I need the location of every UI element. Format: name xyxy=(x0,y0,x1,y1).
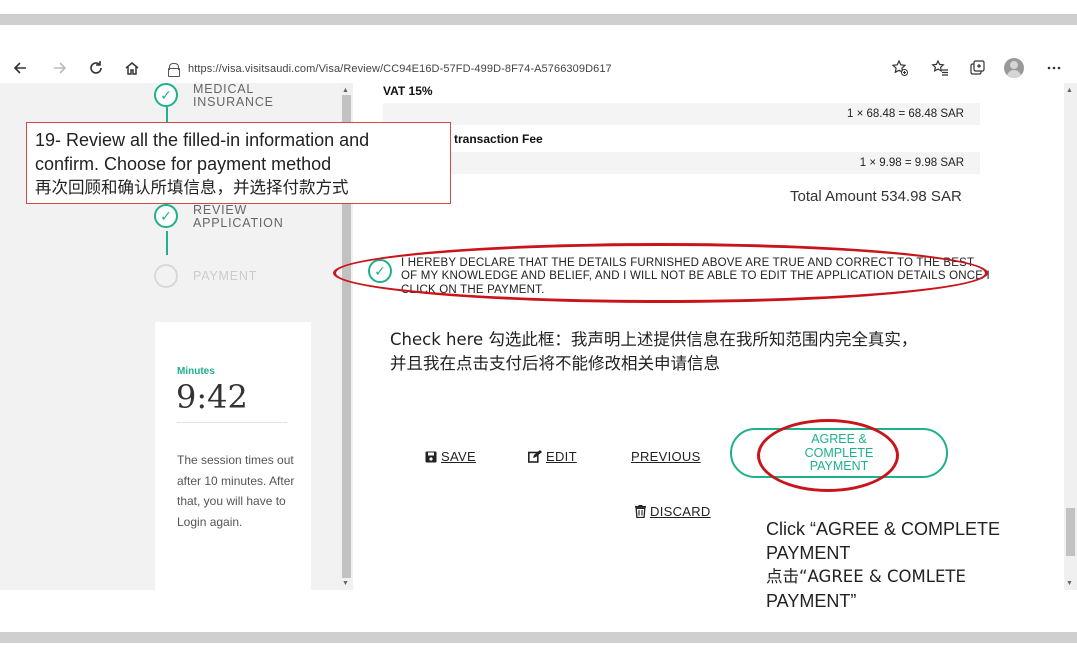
lock-icon xyxy=(168,63,180,77)
note-line: Check here 勾选此框：我声明上述提供信息在我所知范围内完全真实， xyxy=(390,330,918,349)
step-label-line: APPLICATION xyxy=(193,216,284,230)
profile-icon[interactable] xyxy=(1004,58,1024,78)
vat-title: VAT 15% xyxy=(383,84,433,98)
step-connector xyxy=(166,231,168,255)
discard-label: DISCARD xyxy=(650,504,711,519)
note-line: 再次回顾和确认所填信息，并选择付款方式 xyxy=(35,178,349,197)
session-timer-card: Minutes 9:42 The session times out after… xyxy=(155,322,311,590)
fee-calc-row: 1 × 9.98 = 9.98 SAR xyxy=(383,152,980,174)
scroll-up-icon[interactable]: ▲ xyxy=(1066,87,1073,94)
review-application-step-check-icon: ✓ xyxy=(154,204,178,228)
minutes-label: Minutes xyxy=(177,366,215,377)
step-payment: PAYMENT xyxy=(193,269,258,283)
session-time: 9:42 xyxy=(176,378,248,416)
note-line: PAYMENT xyxy=(766,543,851,563)
session-message: The session times out after 10 minutes. … xyxy=(177,453,295,529)
discard-button[interactable]: DISCARD xyxy=(635,504,711,519)
scrollbar-thumb[interactable] xyxy=(1066,508,1075,556)
step-review-application: REVIEW APPLICATION xyxy=(193,204,284,230)
click-instruction-note: Click “AGREE & COMPLETE PAYMENT 点击“AGREE… xyxy=(766,517,1000,613)
total-amount: Total Amount 534.98 SAR xyxy=(790,188,962,205)
previous-label: PREVIOUS xyxy=(631,449,701,464)
payment-step-circle-icon xyxy=(154,264,178,288)
page-scrollbar[interactable]: ▲ ▼ xyxy=(1064,83,1077,590)
home-icon[interactable] xyxy=(120,56,144,80)
medical-insurance-step-check-icon: ✓ xyxy=(154,83,178,107)
note-line: 19- Review all the filled-in information… xyxy=(35,130,370,150)
divider xyxy=(177,422,287,423)
save-label: SAVE xyxy=(441,449,476,464)
edit-label: EDIT xyxy=(546,449,577,464)
scroll-up-icon[interactable]: ▲ xyxy=(342,87,349,94)
step-instruction-note: 19- Review all the filled-in information… xyxy=(26,122,451,204)
more-icon[interactable] xyxy=(1042,56,1066,80)
note-line: Click “AGREE & COMPLETE xyxy=(766,519,1001,539)
declaration-highlight-ellipse xyxy=(333,243,988,303)
favorites-icon[interactable] xyxy=(928,56,952,80)
top-band xyxy=(0,14,1077,25)
fee-title: transaction Fee xyxy=(454,132,543,146)
scroll-down-icon[interactable]: ▼ xyxy=(1066,580,1073,587)
back-icon[interactable] xyxy=(8,56,32,80)
browser-toolbar: https://visa.visitsaudi.com/Visa/Review/… xyxy=(0,53,1077,83)
forward-icon[interactable] xyxy=(48,56,72,80)
previous-button[interactable]: PREVIOUS xyxy=(631,449,701,464)
scroll-down-icon[interactable]: ▼ xyxy=(342,580,349,587)
note-line: confirm. Choose for payment method xyxy=(35,154,332,174)
note-line: PAYMENT” xyxy=(766,591,857,611)
address-bar[interactable]: https://visa.visitsaudi.com/Visa/Review/… xyxy=(168,59,612,79)
collections-icon[interactable] xyxy=(965,56,989,80)
save-icon xyxy=(425,451,437,462)
step-label-line: INSURANCE xyxy=(193,95,274,109)
note-line: 点击“AGREE & COMLETE xyxy=(766,567,966,586)
note-line: 并且我在点击支付后将不能修改相关申请信息 xyxy=(390,354,720,373)
bottom-band xyxy=(0,632,1077,643)
refresh-icon[interactable] xyxy=(84,56,108,80)
vat-calc-row: 1 × 68.48 = 68.48 SAR xyxy=(383,103,980,125)
step-medical-insurance: MEDICAL INSURANCE xyxy=(193,83,274,109)
check-instruction-note: Check here 勾选此框：我声明上述提供信息在我所知范围内完全真实， 并且… xyxy=(390,328,917,376)
edit-icon xyxy=(528,450,542,463)
agree-button-highlight-ellipse xyxy=(757,419,899,492)
favorite-add-icon[interactable] xyxy=(888,56,912,80)
url-text: https://visa.visitsaudi.com/Visa/Review/… xyxy=(188,63,612,75)
trash-icon xyxy=(635,505,646,518)
edit-button[interactable]: EDIT xyxy=(528,449,577,464)
save-button[interactable]: SAVE xyxy=(425,449,476,464)
